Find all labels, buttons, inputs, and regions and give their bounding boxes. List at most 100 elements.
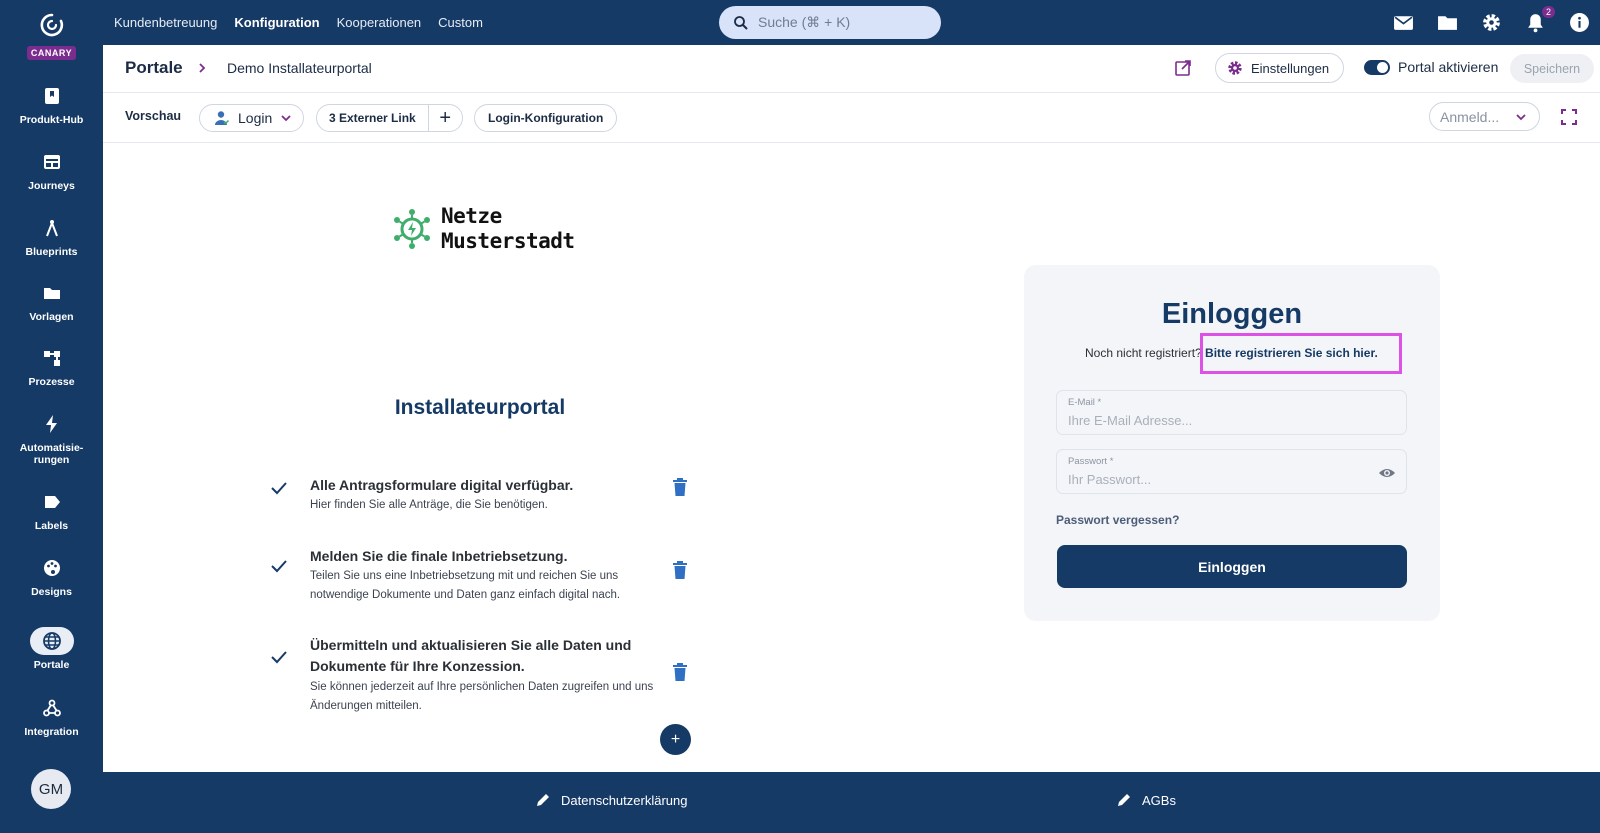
check-icon: [271, 482, 287, 495]
preview-label: Vorschau: [125, 109, 182, 123]
eye-icon[interactable]: [1378, 464, 1396, 482]
password-field[interactable]: Passwort * Ihr Passwort...: [1056, 449, 1407, 494]
save-button[interactable]: Speichern: [1510, 54, 1594, 83]
portal-activate-toggle[interactable]: Portal aktivieren: [1364, 59, 1498, 75]
check-icon: [271, 651, 287, 664]
chevron-right-icon: [199, 63, 206, 73]
forgot-password-link[interactable]: Passwort vergessen?: [1056, 513, 1179, 527]
topnav-item-custom[interactable]: Custom: [438, 15, 483, 30]
sidebar-item-journeys[interactable]: Journeys: [0, 148, 103, 192]
feature-description: Hier finden Sie alle Anträge, die Sie be…: [310, 499, 548, 511]
sidebar-item-label: Portale: [33, 659, 70, 671]
register-prefix: Noch nicht registriert?: [1085, 346, 1206, 360]
privacy-link[interactable]: Datenschutzerklärung: [535, 792, 687, 808]
search-placeholder: Suche (⌘ + K): [758, 14, 851, 30]
language-select[interactable]: Anmeld...: [1429, 102, 1540, 131]
trash-icon[interactable]: [672, 478, 688, 496]
folder-icon: [1437, 16, 1457, 30]
gear-icon: [1228, 61, 1242, 75]
notifications-button[interactable]: 2: [1524, 5, 1555, 34]
add-external-link-button[interactable]: +: [427, 105, 462, 131]
login-card: Einloggen Noch nicht registriert? Bitte …: [1024, 265, 1440, 621]
info-button[interactable]: [1568, 12, 1590, 34]
login-button[interactable]: Einloggen: [1057, 545, 1407, 588]
feature-title: Alle Antragsformulare digital verfügbar.: [310, 477, 574, 493]
sidebar-item-label: Blueprints: [25, 246, 78, 258]
sidebar-item-automatisierungen[interactable]: Automatisie- rungen: [0, 410, 103, 466]
files-button[interactable]: [1436, 12, 1458, 34]
login-page-select[interactable]: Login: [199, 104, 305, 132]
pencil-icon: [537, 794, 549, 806]
toggle-switch[interactable]: [1364, 59, 1390, 75]
sidebar-item-vorlagen[interactable]: Vorlagen: [0, 279, 103, 323]
breadcrumb-root[interactable]: Portale: [125, 58, 183, 78]
feature-description: Sie können jederzeit auf Ihre persönlich…: [310, 681, 654, 712]
sidebar-item-label: Labels: [34, 520, 69, 532]
logo-line-1: Netze: [441, 204, 502, 228]
sidebar-item-designs[interactable]: Designs: [0, 554, 103, 598]
top-icons: 2: [1392, 0, 1590, 45]
sidebar-item-portale[interactable]: Portale: [0, 627, 103, 671]
pencil-icon: [1118, 794, 1130, 806]
bookmark-icon: [30, 82, 74, 110]
user-check-icon: [215, 111, 230, 125]
settings-button[interactable]: Einstellungen: [1215, 53, 1345, 83]
sidebar-item-labels[interactable]: Labels: [0, 488, 103, 532]
canary-logo-icon: [40, 13, 63, 37]
label-icon: [30, 488, 74, 516]
topnav-item-konfiguration[interactable]: Konfiguration: [234, 15, 319, 30]
portal-title: Installateurportal: [394, 396, 566, 419]
brand[interactable]: CANARY: [0, 12, 103, 61]
topnav-item-kundenbetreuung[interactable]: Kundenbetreuung: [114, 15, 217, 30]
search-input[interactable]: Suche (⌘ + K): [719, 6, 941, 39]
privacy-label: Datenschutzerklärung: [561, 792, 688, 808]
chevron-down-icon: [281, 115, 291, 122]
login-config-button[interactable]: Login-Konfiguration: [474, 104, 618, 132]
sidebar-item-blueprints[interactable]: Blueprints: [0, 214, 103, 258]
mail-button[interactable]: [1392, 12, 1414, 34]
logo-text: Netze Musterstadt: [441, 204, 575, 254]
sidebar-item-integration[interactable]: Integration: [0, 694, 103, 738]
journeys-icon: [30, 148, 74, 176]
footer-bar: Datenschutzerklärung AGBs: [103, 772, 1600, 833]
info-icon: [1569, 13, 1589, 32]
sidebar-item-prozesse[interactable]: Prozesse: [0, 344, 103, 388]
register-line: Noch nicht registriert? Bitte registrier…: [1085, 346, 1378, 360]
terms-link[interactable]: AGBs: [1116, 792, 1176, 808]
email-placeholder: Ihre E-Mail Adresse...: [1068, 413, 1193, 428]
brand-badge: CANARY: [26, 46, 77, 60]
external-links-button[interactable]: 3 Externer Link: [317, 105, 428, 131]
fullscreen-icon[interactable]: [1561, 109, 1577, 125]
notification-count-badge: 2: [1541, 5, 1555, 18]
globe-icon: [29, 627, 74, 655]
terms-label: AGBs: [1142, 792, 1176, 808]
email-field[interactable]: E-Mail * Ihre E-Mail Adresse...: [1056, 390, 1407, 435]
sidebar-item-label: Integration: [24, 726, 79, 738]
portal-logo: Netze Musterstadt: [391, 204, 575, 254]
add-feature-button[interactable]: +: [660, 724, 691, 755]
energy-network-logo-icon: [394, 209, 430, 249]
sidebar: CANARY Produkt-Hub Journeys Blueprints V…: [0, 0, 103, 833]
settings-button-label: Einstellungen: [1251, 60, 1330, 76]
sidebar-item-label: Journeys: [28, 180, 75, 192]
avatar[interactable]: GM: [31, 769, 71, 809]
register-link[interactable]: Bitte registrieren Sie sich hier.: [1205, 346, 1378, 360]
logo-line-2: Musterstadt: [441, 229, 575, 253]
trash-icon[interactable]: [672, 561, 688, 579]
palette-icon: [30, 554, 74, 582]
settings-button[interactable]: [1480, 12, 1502, 34]
sidebar-item-label: Designs: [31, 586, 72, 598]
login-title: Einloggen: [1161, 298, 1303, 330]
trash-icon[interactable]: [672, 663, 688, 681]
mail-icon: [1393, 16, 1413, 30]
compass-icon: [30, 214, 74, 242]
email-label: E-Mail *: [1068, 397, 1102, 408]
sidebar-item-label: Produkt-Hub: [19, 114, 84, 126]
page-header: Portale Demo Installateurportal Einstell…: [103, 45, 1600, 93]
process-icon: [30, 344, 74, 372]
topnav-item-kooperationen[interactable]: Kooperationen: [337, 15, 422, 30]
sidebar-item-produkt-hub[interactable]: Produkt-Hub: [0, 82, 103, 126]
password-placeholder: Ihr Passwort...: [1068, 472, 1152, 487]
external-link-icon[interactable]: [1174, 59, 1192, 77]
chevron-down-icon: [1516, 114, 1526, 121]
